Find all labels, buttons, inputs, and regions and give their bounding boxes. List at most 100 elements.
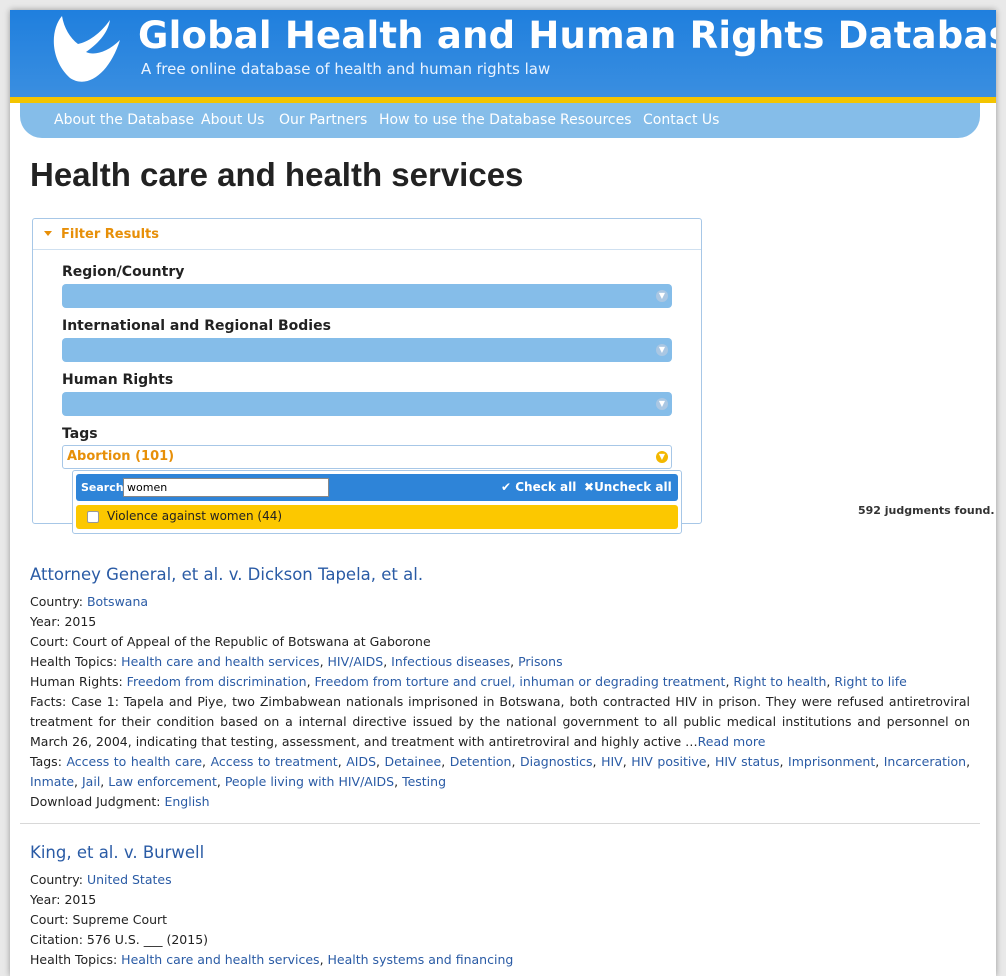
facts-text: Case 1: Tapela and Piye, two Zimbabwean …: [30, 694, 970, 749]
nav-about-us[interactable]: About Us: [201, 112, 264, 128]
nav-about-database[interactable]: About the Database: [54, 112, 194, 128]
case-entry: King, et al. v. Burwell Country: United …: [30, 842, 970, 970]
court-value: Supreme Court: [72, 912, 168, 927]
topic-link[interactable]: Health care and health services: [121, 654, 319, 669]
main-nav: About the Database About Us Our Partners…: [20, 103, 980, 138]
filter-header-label: Filter Results: [61, 227, 159, 242]
rights-label: Human Rights: [62, 372, 174, 388]
field-label: Health Topics: [30, 654, 113, 669]
site-header: Global Health and Human Rights Database …: [10, 10, 996, 100]
year-value: 2015: [64, 614, 97, 629]
court-value: Court of Appeal of the Republic of Botsw…: [72, 634, 431, 649]
case-rights-row: Human Rights: Freedom from discriminatio…: [30, 674, 907, 689]
case-entry: Attorney General, et al. v. Dickson Tape…: [30, 564, 970, 812]
nav-resources[interactable]: Resources: [560, 112, 632, 128]
tag-link[interactable]: Detainee: [385, 754, 442, 769]
caret-down-icon: [44, 231, 52, 236]
tag-link[interactable]: Jail: [82, 774, 100, 789]
topic-link[interactable]: Infectious diseases: [391, 654, 510, 669]
chevron-down-icon: ▼: [656, 451, 668, 463]
field-label: Year: [30, 614, 57, 629]
tags-selected-value: Abortion (101): [67, 449, 175, 464]
tags-select[interactable]: Abortion (101) ▼: [62, 445, 672, 469]
field-label: Year: [30, 892, 57, 907]
site-title[interactable]: Global Health and Human Rights Database: [138, 14, 996, 57]
check-all-label: Check all: [515, 480, 577, 494]
bodies-label: International and Regional Bodies: [62, 318, 331, 334]
option-checkbox[interactable]: [87, 511, 99, 523]
dropdown-toolbar: Search ✔ Check all ✖Uncheck all: [76, 474, 678, 501]
tags-label: Tags: [62, 426, 98, 442]
case-year-row: Year: 2015: [30, 614, 97, 629]
case-tags-row: Tags: Access to health care, Access to t…: [30, 754, 971, 789]
country-link[interactable]: Botswana: [87, 594, 148, 609]
dropdown-option[interactable]: Violence against women (44): [76, 505, 678, 529]
bodies-select[interactable]: ▼: [62, 338, 672, 362]
check-all-button[interactable]: ✔ Check all: [501, 480, 576, 494]
page-frame: Global Health and Human Rights Database …: [10, 10, 996, 976]
case-country-row: Country: United States: [30, 872, 172, 887]
dropdown-search-label: Search: [81, 481, 124, 494]
tag-link[interactable]: HIV positive: [631, 754, 706, 769]
field-label: Download Judgment: [30, 794, 157, 809]
tag-link[interactable]: Testing: [402, 774, 446, 789]
case-country-row: Country: Botswana: [30, 594, 149, 609]
field-label: Citation: [30, 932, 79, 947]
case-year-row: Year: 2015: [30, 892, 97, 907]
tag-link[interactable]: Inmate: [30, 774, 74, 789]
tag-link[interactable]: Imprisonment: [788, 754, 875, 769]
nav-how-to-use[interactable]: How to use the Database: [379, 112, 556, 128]
page-title: Health care and health services: [30, 156, 524, 193]
site-tagline: A free online database of health and hum…: [141, 60, 551, 78]
case-divider: [20, 823, 980, 824]
case-court-row: Court: Supreme Court: [30, 912, 168, 927]
tag-link[interactable]: Detention: [450, 754, 512, 769]
tag-link[interactable]: Diagnostics: [520, 754, 593, 769]
case-title[interactable]: King, et al. v. Burwell: [30, 842, 970, 864]
tag-link[interactable]: AIDS: [346, 754, 376, 769]
field-label: Human Rights: [30, 674, 119, 689]
close-icon: ✖: [584, 480, 595, 494]
uncheck-all-button[interactable]: ✖Uncheck all: [584, 480, 672, 494]
topic-link[interactable]: Health systems and financing: [328, 952, 514, 967]
tag-link[interactable]: Law enforcement: [108, 774, 217, 789]
download-english-link[interactable]: English: [164, 794, 209, 809]
case-download-row: Download Judgment: English: [30, 794, 210, 809]
read-more-link[interactable]: Read more: [698, 734, 766, 749]
dropdown-search-input[interactable]: [123, 478, 329, 497]
region-select[interactable]: ▼: [62, 284, 672, 308]
field-label: Facts: [30, 694, 62, 709]
field-label: Health Topics: [30, 952, 113, 967]
right-link[interactable]: Freedom from torture and cruel, inhuman …: [315, 674, 726, 689]
tag-link[interactable]: Access to health care: [66, 754, 202, 769]
tags-dropdown: Search ✔ Check all ✖Uncheck all Violence…: [72, 470, 682, 534]
tag-link[interactable]: People living with HIV/AIDS: [225, 774, 394, 789]
case-topics-row: Health Topics: Health care and health se…: [30, 952, 514, 967]
checkmark-icon: ✔: [501, 480, 512, 494]
tag-link[interactable]: HIV: [601, 754, 623, 769]
topic-link[interactable]: Health care and health services: [121, 952, 319, 967]
nav-contact-us[interactable]: Contact Us: [643, 112, 719, 128]
right-link[interactable]: Right to health: [733, 674, 826, 689]
results-count: 592 judgments found.: [858, 504, 995, 517]
tag-link[interactable]: HIV status: [715, 754, 780, 769]
nav-our-partners[interactable]: Our Partners: [279, 112, 367, 128]
case-topics-row: Health Topics: Health care and health se…: [30, 654, 563, 669]
case-court-row: Court: Court of Appeal of the Republic o…: [30, 634, 431, 649]
country-link[interactable]: United States: [87, 872, 172, 887]
topic-link[interactable]: HIV/AIDS: [328, 654, 384, 669]
dove-logo-icon[interactable]: [48, 12, 124, 84]
chevron-down-icon: ▼: [656, 398, 668, 410]
right-link[interactable]: Right to life: [834, 674, 906, 689]
rights-select[interactable]: ▼: [62, 392, 672, 416]
option-label: Violence against women (44): [107, 509, 283, 523]
topic-link[interactable]: Prisons: [518, 654, 563, 669]
right-link[interactable]: Freedom from discrimination: [127, 674, 307, 689]
chevron-down-icon: ▼: [656, 344, 668, 356]
year-value: 2015: [64, 892, 97, 907]
tag-link[interactable]: Access to treatment: [211, 754, 338, 769]
tag-link[interactable]: Incarceration: [884, 754, 966, 769]
case-title[interactable]: Attorney General, et al. v. Dickson Tape…: [30, 564, 970, 586]
field-label: Country: [30, 872, 79, 887]
filter-header[interactable]: Filter Results: [33, 219, 701, 250]
